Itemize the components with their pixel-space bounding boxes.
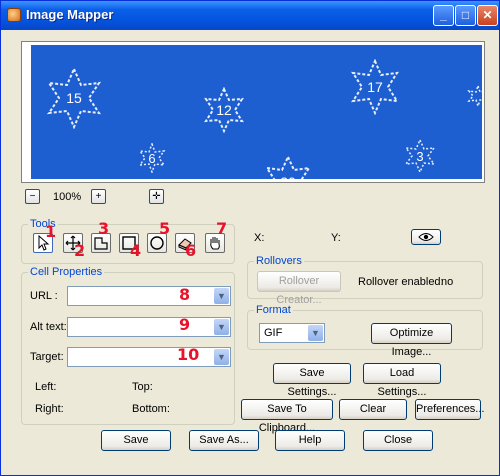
chevron-down-icon[interactable]: ▼ <box>214 349 229 365</box>
rollover-enabled-value: no <box>441 276 454 288</box>
save-button[interactable]: Save <box>101 430 171 451</box>
format-select[interactable]: GIF ▼ <box>259 323 325 343</box>
window-title: Image Mapper <box>26 7 114 22</box>
url-label: URL : <box>30 290 58 302</box>
right-label: Right: <box>35 403 64 415</box>
annotation-number: 10 <box>177 345 200 364</box>
crosshair-icon: ✛ <box>152 191 161 202</box>
bottom-label: Bottom: <box>132 403 170 415</box>
star-shape[interactable] <box>467 83 482 109</box>
minimize-button[interactable]: _ <box>433 5 454 26</box>
zoom-level: 100% <box>53 191 82 203</box>
alt-text-combobox[interactable]: ▼ <box>67 317 231 337</box>
annotation-number: 5 <box>159 219 171 238</box>
preview-toggle-button[interactable] <box>411 229 441 245</box>
annotation-number: 7 <box>216 219 228 238</box>
save-to-clipboard-button[interactable]: Save To Clipboard... <box>241 399 333 434</box>
save-as-button[interactable]: Save As... <box>189 430 259 451</box>
star-label: 3 <box>416 148 424 164</box>
star-label <box>467 85 482 107</box>
chevron-down-icon[interactable]: ▼ <box>214 288 229 304</box>
rollover-creator-button[interactable]: Rollover Creator... <box>257 271 341 306</box>
target-label: Target: <box>30 351 64 363</box>
close-button[interactable]: Close <box>363 430 433 451</box>
star-shape[interactable]: 17 <box>347 58 403 116</box>
x-coordinate-label: X: <box>254 232 265 244</box>
format-value: GIF <box>264 327 283 339</box>
star-label: 17 <box>367 79 383 95</box>
annotation-number: 2 <box>74 241 86 260</box>
zoom-in-button[interactable]: + <box>91 189 106 204</box>
left-label: Left: <box>35 381 57 393</box>
star-shape[interactable]: 15 <box>43 66 105 130</box>
annotation-number: 3 <box>98 219 110 238</box>
target-combobox[interactable]: ▼ <box>67 347 231 367</box>
url-combobox[interactable]: ▼ <box>67 286 231 306</box>
star-shape[interactable]: 3 <box>403 138 437 174</box>
zoom-out-button[interactable]: − <box>25 189 40 204</box>
format-title: Format <box>254 304 293 316</box>
rollover-enabled-label: Rollover enabled: <box>358 276 444 288</box>
star-shape[interactable]: 20 <box>261 154 315 179</box>
annotation-number: 9 <box>179 315 191 334</box>
preferences-button[interactable]: Preferences... <box>415 399 484 420</box>
image-mapper-window: Image Mapper _ □ ✕ 15 12 17 6 3 20 <box>0 0 500 476</box>
star-shape[interactable]: 12 <box>201 86 247 134</box>
star-label: 12 <box>216 102 232 118</box>
optimize-image-button[interactable]: Optimize Image... <box>371 323 452 358</box>
close-window-button[interactable]: ✕ <box>477 5 498 26</box>
maximize-button[interactable]: □ <box>455 5 476 26</box>
save-settings-button[interactable]: Save Settings... <box>273 363 351 398</box>
chevron-down-icon[interactable]: ▼ <box>214 319 229 335</box>
annotation-number: 6 <box>185 241 197 260</box>
help-button[interactable]: Help <box>275 430 345 451</box>
star-label: 20 <box>261 155 315 179</box>
top-label: Top: <box>132 381 153 393</box>
chevron-down-icon[interactable]: ▼ <box>308 325 323 341</box>
eye-icon <box>418 233 434 241</box>
load-settings-button[interactable]: Load Settings... <box>363 363 441 398</box>
app-icon <box>7 8 21 22</box>
star-label: 15 <box>66 90 82 106</box>
image-preview[interactable]: 15 12 17 6 3 20 <box>31 45 482 179</box>
fit-view-button[interactable]: ✛ <box>149 189 164 204</box>
star-shape[interactable]: 6 <box>137 141 167 175</box>
annotation-number: 8 <box>179 285 191 304</box>
clear-button[interactable]: Clear <box>339 399 407 420</box>
title-bar[interactable]: Image Mapper _ □ ✕ <box>1 1 499 30</box>
annotation-number: 4 <box>130 241 142 260</box>
annotation-number: 1 <box>45 222 57 241</box>
alt-text-label: Alt text: <box>30 321 67 333</box>
magnifier-plus-icon: + <box>95 191 102 202</box>
magnifier-minus-icon: − <box>29 191 36 202</box>
cell-properties-title: Cell Properties <box>28 266 105 278</box>
y-coordinate-label: Y: <box>331 232 341 244</box>
star-label: 6 <box>148 150 156 166</box>
rollovers-title: Rollovers <box>254 255 304 267</box>
